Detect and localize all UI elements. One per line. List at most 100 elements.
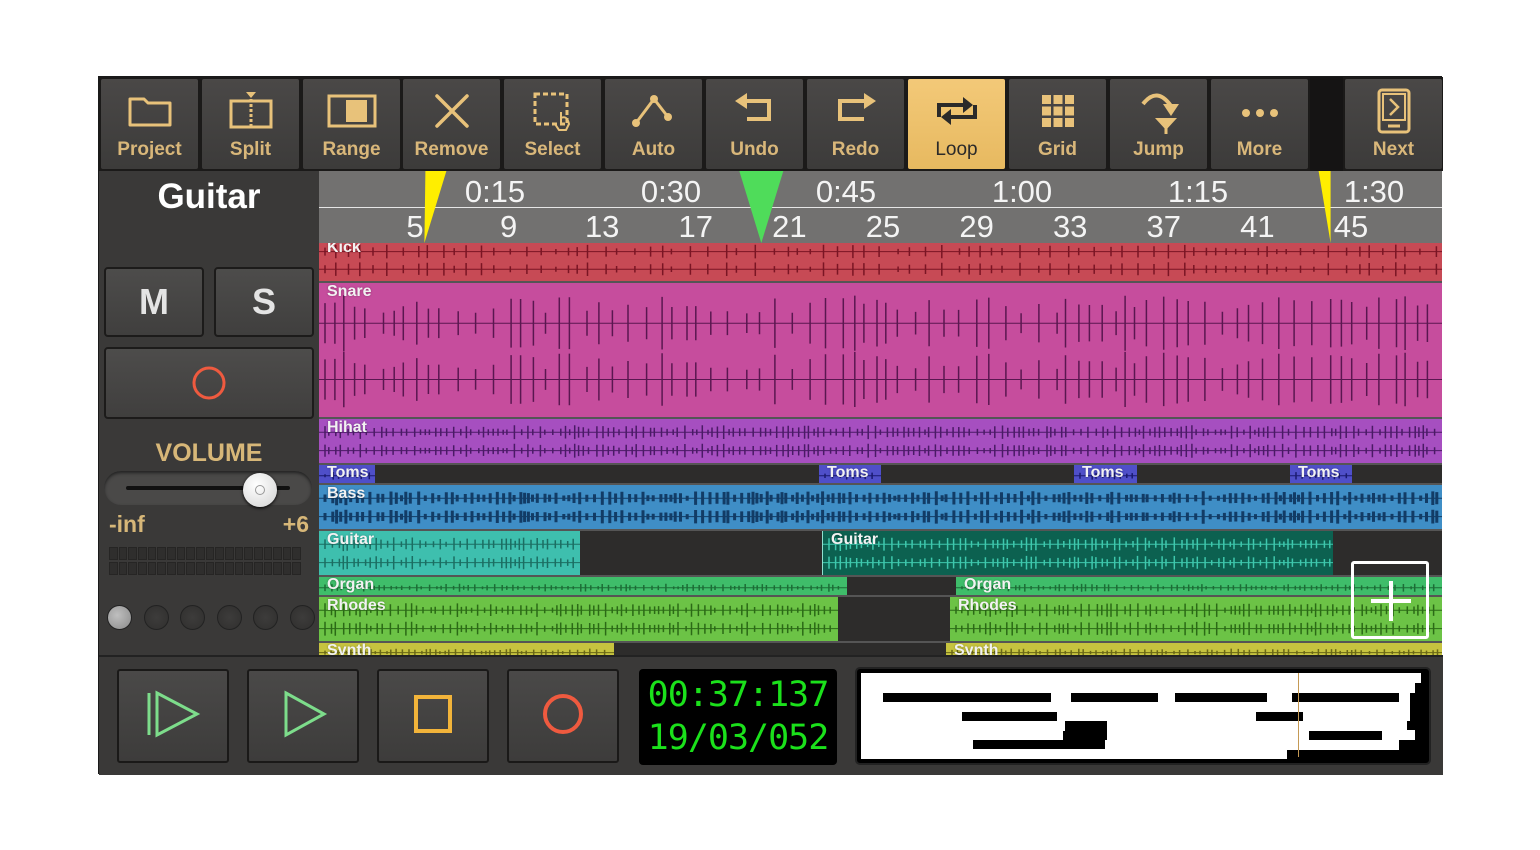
meter-segment xyxy=(263,562,273,575)
meter-segment xyxy=(282,547,292,560)
play-from-start-button[interactable] xyxy=(117,669,229,763)
select-button[interactable]: Select xyxy=(504,79,601,169)
jump-button[interactable]: Jump xyxy=(1110,79,1207,169)
meter-segment xyxy=(263,547,273,560)
overview-track-block xyxy=(861,720,1066,731)
overview-track-block xyxy=(861,730,1063,740)
region-label: Toms xyxy=(1082,465,1124,481)
meter-segment xyxy=(118,562,128,575)
meter-segment xyxy=(234,547,244,560)
volume-slider[interactable] xyxy=(104,471,312,507)
waveform xyxy=(319,583,847,592)
track-area[interactable]: Kick Snare Hihat Toms Toms Toms Toms Bass Guitar… xyxy=(319,243,1442,655)
region-label: Toms xyxy=(327,465,369,481)
ruler-markers xyxy=(424,171,1331,243)
region-rhodes[interactable]: Rhodes xyxy=(319,597,838,641)
toolbar: Project Split Range Remove Select Auto Undo Red… xyxy=(99,77,1443,171)
time-display: 00:37:137 19/03/052 xyxy=(639,669,837,765)
meter-segment xyxy=(128,562,137,575)
meter-segment xyxy=(244,562,253,575)
meter-segment xyxy=(109,562,118,575)
automation-icon xyxy=(605,89,702,133)
region-kick[interactable]: Kick xyxy=(319,243,1442,281)
waveform xyxy=(823,537,1333,570)
playhead-marker[interactable] xyxy=(739,171,784,243)
grid-button[interactable]: Grid xyxy=(1009,79,1106,169)
region-label: Toms xyxy=(827,465,869,481)
region-label: Toms xyxy=(1298,465,1340,481)
meter-segment xyxy=(157,562,166,575)
meter-segment xyxy=(215,547,224,560)
undo-button[interactable]: Undo xyxy=(706,79,803,169)
play-from-start-icon xyxy=(143,689,203,744)
mute-button[interactable]: M xyxy=(104,267,204,337)
play-button[interactable] xyxy=(247,669,359,763)
volume-slider-thumb[interactable] xyxy=(243,473,278,507)
solo-button[interactable]: S xyxy=(214,267,314,337)
range-button[interactable]: Range xyxy=(303,79,400,169)
region-guitar[interactable]: Guitar xyxy=(319,531,580,575)
stop-button[interactable] xyxy=(377,669,489,763)
meter-segment xyxy=(205,562,215,575)
meter-segment xyxy=(137,547,147,560)
region-synth[interactable]: Synth xyxy=(946,643,1442,655)
next-label: Next xyxy=(1372,139,1415,160)
loop-end-marker[interactable] xyxy=(1318,171,1331,243)
meter-segment xyxy=(273,562,282,575)
region-hihat[interactable]: Hihat xyxy=(319,419,1442,463)
meter-row xyxy=(109,547,302,560)
region-toms[interactable]: Toms xyxy=(1290,465,1352,483)
meter-segment xyxy=(292,562,302,575)
indicator-led xyxy=(180,605,205,630)
select-label: Select xyxy=(524,139,581,160)
loop-button[interactable]: Loop xyxy=(908,79,1005,169)
select-icon xyxy=(504,89,601,133)
region-synth[interactable]: Synth xyxy=(319,643,614,655)
split-button[interactable]: Split xyxy=(202,79,299,169)
region-label: Bass xyxy=(327,485,366,502)
project-button[interactable]: Project xyxy=(101,79,198,169)
overview-track-block xyxy=(861,711,962,721)
solo-label: S xyxy=(251,281,276,322)
meter-row xyxy=(109,562,302,575)
undo-icon xyxy=(706,89,803,133)
transport-bar: 00:37:137 19/03/052 xyxy=(99,655,1443,775)
more-icon xyxy=(1211,89,1308,133)
redo-icon xyxy=(807,89,904,133)
waveform xyxy=(319,295,1442,408)
overview-track-block xyxy=(1267,692,1293,702)
volume-max-label: +6 xyxy=(282,511,309,537)
region-bass[interactable]: Bass xyxy=(319,485,1442,529)
indicator-led xyxy=(253,605,278,630)
auto-button[interactable]: Auto xyxy=(605,79,702,169)
volume-label: VOLUME xyxy=(155,439,263,467)
jump-label: Jump xyxy=(1133,139,1184,160)
redo-button[interactable]: Redo xyxy=(807,79,904,169)
region-organ[interactable]: Organ xyxy=(319,577,847,595)
play-icon xyxy=(278,689,328,744)
record-arm-button[interactable] xyxy=(104,347,314,419)
add-track-button[interactable] xyxy=(1351,561,1429,639)
loop-icon xyxy=(908,89,1005,133)
time-readout: 00:37:137 xyxy=(647,675,830,715)
region-snare[interactable]: Snare xyxy=(319,283,1442,417)
region-guitar[interactable]: Guitar xyxy=(822,531,1333,575)
region-toms[interactable]: Toms xyxy=(1074,465,1137,483)
record-icon xyxy=(540,691,586,742)
record-button[interactable] xyxy=(507,669,619,763)
overview-track-block xyxy=(1303,711,1410,721)
meter-segment xyxy=(186,547,195,560)
next-icon xyxy=(1345,88,1442,134)
region-toms[interactable]: Toms xyxy=(819,465,881,483)
loop-start-marker[interactable] xyxy=(424,171,447,243)
next-button[interactable]: Next xyxy=(1345,79,1442,169)
remove-button[interactable]: Remove xyxy=(403,79,500,169)
remove-label: Remove xyxy=(414,139,489,160)
meter-segment xyxy=(128,547,137,560)
meter-segment xyxy=(186,562,195,575)
region-toms[interactable]: Toms xyxy=(319,465,375,483)
timeline-ruler[interactable]: 5 9 13 17 21 25 29 33 37 41 45 0:15 0:30 0:45 1:00 1:15… xyxy=(319,171,1442,243)
project-overview[interactable] xyxy=(855,667,1431,765)
more-button[interactable]: More xyxy=(1211,79,1308,169)
meter-segment xyxy=(147,547,157,560)
